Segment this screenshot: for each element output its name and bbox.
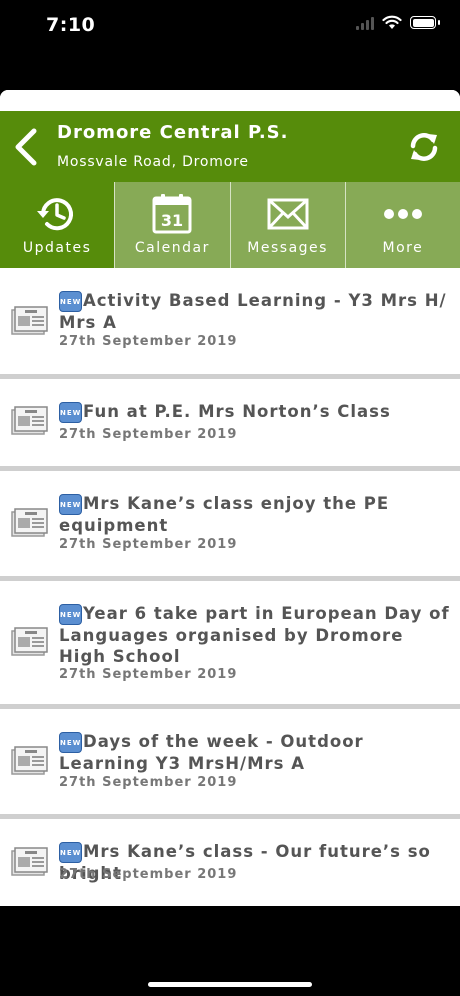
tab-more-label: More [382,240,424,256]
clock-refresh-icon [37,198,74,231]
top-strip [0,90,460,111]
tab-messages-label: Messages [247,240,328,256]
more-dots-icon [383,209,422,219]
newspaper-icon [11,508,48,537]
status-time: 7:10 [46,14,96,36]
news-item[interactable]: NEWFun at P.E. Mrs Norton’s Class 27th S… [0,379,460,471]
news-item[interactable]: NEWMrs Kane’s class - Our future’s so br… [0,819,460,906]
newspaper-icon [11,746,48,775]
school-header: Dromore Central P.S. Mossvale Road, Drom… [0,111,460,182]
new-badge-icon: NEW [59,842,82,863]
news-date: 27th September 2019 [59,537,238,552]
news-title: NEWDays of the week - Outdoor Learning Y… [59,732,364,773]
app-screen: Dromore Central P.S. Mossvale Road, Drom… [0,90,460,906]
status-bar: 7:10 [0,0,460,50]
new-badge-icon: NEW [59,291,82,312]
newspaper-icon [11,847,48,876]
news-date: 27th September 2019 [59,667,238,682]
news-date: 27th September 2019 [59,775,238,790]
news-title: NEWMrs Kane’s class enjoy the PE equipme… [59,494,390,535]
news-date: 27th September 2019 [59,867,238,882]
school-name: Dromore Central P.S. [57,122,289,143]
refresh-icon[interactable] [404,129,444,165]
news-item[interactable]: NEWYear 6 take part in European Day of L… [0,581,460,709]
news-date: 27th September 2019 [59,427,238,442]
news-title: NEWActivity Based Learning - Y3 Mrs H/ M… [59,291,447,332]
news-title: NEWFun at P.E. Mrs Norton’s Class [59,402,391,423]
tab-messages[interactable]: Messages [229,182,345,268]
calendar-day: 31 [161,211,183,230]
new-badge-icon: NEW [59,494,82,515]
wifi-icon [382,15,402,29]
tab-more[interactable]: More [344,182,460,268]
news-item[interactable]: NEWActivity Based Learning - Y3 Mrs H/ M… [0,268,460,379]
status-icons [356,15,440,30]
news-item[interactable]: NEWDays of the week - Outdoor Learning Y… [0,709,460,819]
tab-calendar-label: Calendar [134,240,210,256]
news-date: 27th September 2019 [59,334,238,349]
new-badge-icon: NEW [59,604,82,625]
news-title: NEWYear 6 take part in European Day of L… [59,604,450,666]
new-badge-icon: NEW [59,732,82,753]
news-item[interactable]: NEWMrs Kane’s class enjoy the PE equipme… [0,471,460,581]
battery-icon [410,16,440,29]
tab-calendar[interactable]: 31 Calendar [114,182,230,268]
tab-updates[interactable]: Updates [0,182,115,268]
newspaper-icon [11,306,48,335]
newspaper-icon [11,406,48,435]
school-address: Mossvale Road, Dromore [57,154,249,170]
home-indicator[interactable] [148,982,312,987]
envelope-icon [267,198,309,230]
calendar-icon: 31 [152,194,192,234]
tab-bar: Updates 31 Calendar Messages More [0,182,460,268]
newspaper-icon [11,627,48,656]
cellular-signal-icon [356,16,374,30]
new-badge-icon: NEW [59,402,82,423]
back-arrow-icon[interactable] [10,125,44,169]
tab-updates-label: Updates [22,240,92,256]
